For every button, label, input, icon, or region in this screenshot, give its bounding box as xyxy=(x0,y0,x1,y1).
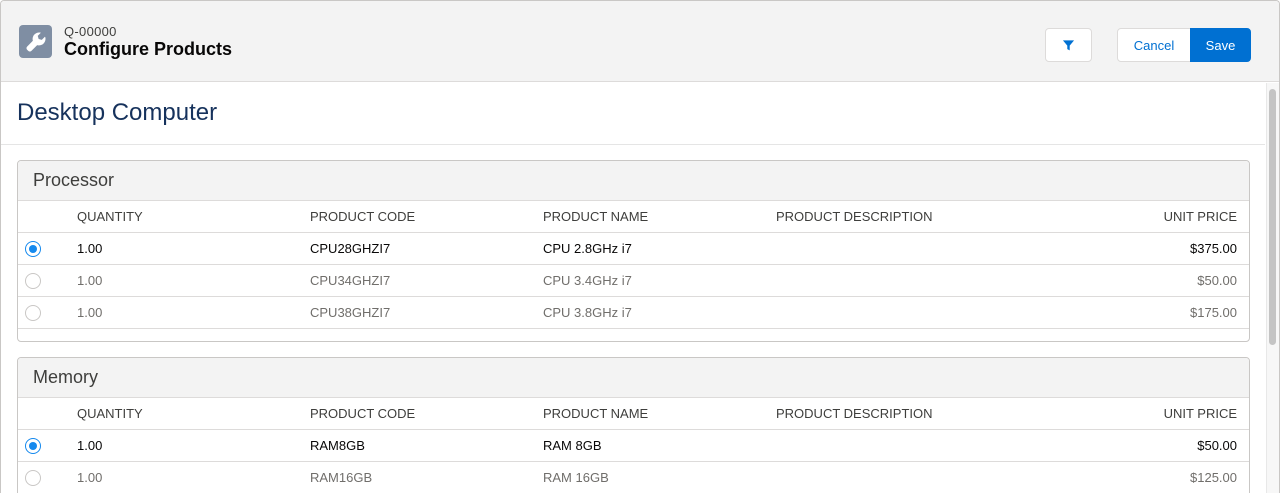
table-row[interactable]: 1.00 RAM8GB RAM 8GB $50.00 xyxy=(18,430,1249,462)
group-title: Processor xyxy=(18,161,1249,201)
product-name-cell: CPU 3.4GHz i7 xyxy=(543,273,632,288)
product-code-cell: CPU28GHZI7 xyxy=(310,241,391,256)
column-header-quantity: QUANTITY xyxy=(77,209,143,224)
quantity-cell: 1.00 xyxy=(77,470,103,485)
product-title: Desktop Computer xyxy=(17,99,218,126)
product-code-cell: RAM8GB xyxy=(310,438,365,453)
table-row[interactable]: 1.00 RAM16GB RAM 16GB $125.00 xyxy=(18,462,1249,493)
column-header-unit-price: UNIT PRICE xyxy=(1163,406,1237,421)
column-header-product-name: PRODUCT NAME xyxy=(543,406,649,421)
unit-price-cell: $375.00 xyxy=(1190,241,1237,256)
product-name-cell: RAM 8GB xyxy=(543,438,602,453)
record-id: Q-00000 xyxy=(64,24,117,39)
product-name-cell: RAM 16GB xyxy=(543,470,609,485)
wrench-icon xyxy=(19,25,52,58)
select-radio[interactable] xyxy=(25,438,41,454)
quantity-cell: 1.00 xyxy=(77,241,103,256)
filter-button[interactable] xyxy=(1045,28,1092,62)
select-radio[interactable] xyxy=(25,470,41,486)
page-title: Configure Products xyxy=(64,39,233,59)
scrollbar-thumb[interactable] xyxy=(1269,89,1276,345)
column-header-product-code: PRODUCT CODE xyxy=(310,406,416,421)
divider xyxy=(1,144,1265,145)
table-row[interactable]: 1.00 CPU28GHZI7 CPU 2.8GHz i7 $375.00 xyxy=(18,233,1249,265)
option-group-memory: Memory QUANTITY PRODUCT CODE PRODUCT NAM… xyxy=(17,357,1250,493)
column-header-product-name: PRODUCT NAME xyxy=(543,209,649,224)
cancel-button[interactable]: Cancel xyxy=(1117,28,1191,62)
column-header-unit-price: UNIT PRICE xyxy=(1163,209,1237,224)
table-row[interactable]: 1.00 CPU34GHZI7 CPU 3.4GHz i7 $50.00 xyxy=(18,265,1249,297)
quantity-cell: 1.00 xyxy=(77,438,103,453)
quantity-cell: 1.00 xyxy=(77,273,103,288)
save-button[interactable]: Save xyxy=(1190,28,1251,62)
product-name-cell: CPU 2.8GHz i7 xyxy=(543,241,632,256)
select-radio[interactable] xyxy=(25,273,41,289)
product-code-cell: CPU38GHZI7 xyxy=(310,305,391,320)
table-header-row: QUANTITY PRODUCT CODE PRODUCT NAME PRODU… xyxy=(18,398,1249,430)
filter-icon xyxy=(1062,39,1075,50)
option-group-processor: Processor QUANTITY PRODUCT CODE PRODUCT … xyxy=(17,160,1250,342)
product-code-cell: CPU34GHZI7 xyxy=(310,273,391,288)
product-name-cell: CPU 3.8GHz i7 xyxy=(543,305,632,320)
column-header-quantity: QUANTITY xyxy=(77,406,143,421)
page-header: Q-00000 Configure Products Cancel Save xyxy=(1,1,1279,82)
unit-price-cell: $125.00 xyxy=(1190,470,1237,485)
column-header-product-description: PRODUCT DESCRIPTION xyxy=(776,406,933,421)
table-header-row: QUANTITY PRODUCT CODE PRODUCT NAME PRODU… xyxy=(18,201,1249,233)
group-title: Memory xyxy=(18,358,1249,398)
configure-products-window: Q-00000 Configure Products Cancel Save D… xyxy=(0,0,1280,493)
product-code-cell: RAM16GB xyxy=(310,470,373,485)
unit-price-cell: $50.00 xyxy=(1197,438,1237,453)
unit-price-cell: $175.00 xyxy=(1190,305,1237,320)
quantity-cell: 1.00 xyxy=(77,305,103,320)
select-radio[interactable] xyxy=(25,305,41,321)
table-row[interactable]: 1.00 CPU38GHZI7 CPU 3.8GHz i7 $175.00 xyxy=(18,297,1249,329)
column-header-product-code: PRODUCT CODE xyxy=(310,209,416,224)
unit-price-cell: $50.00 xyxy=(1197,273,1237,288)
select-radio[interactable] xyxy=(25,241,41,257)
column-header-product-description: PRODUCT DESCRIPTION xyxy=(776,209,933,224)
